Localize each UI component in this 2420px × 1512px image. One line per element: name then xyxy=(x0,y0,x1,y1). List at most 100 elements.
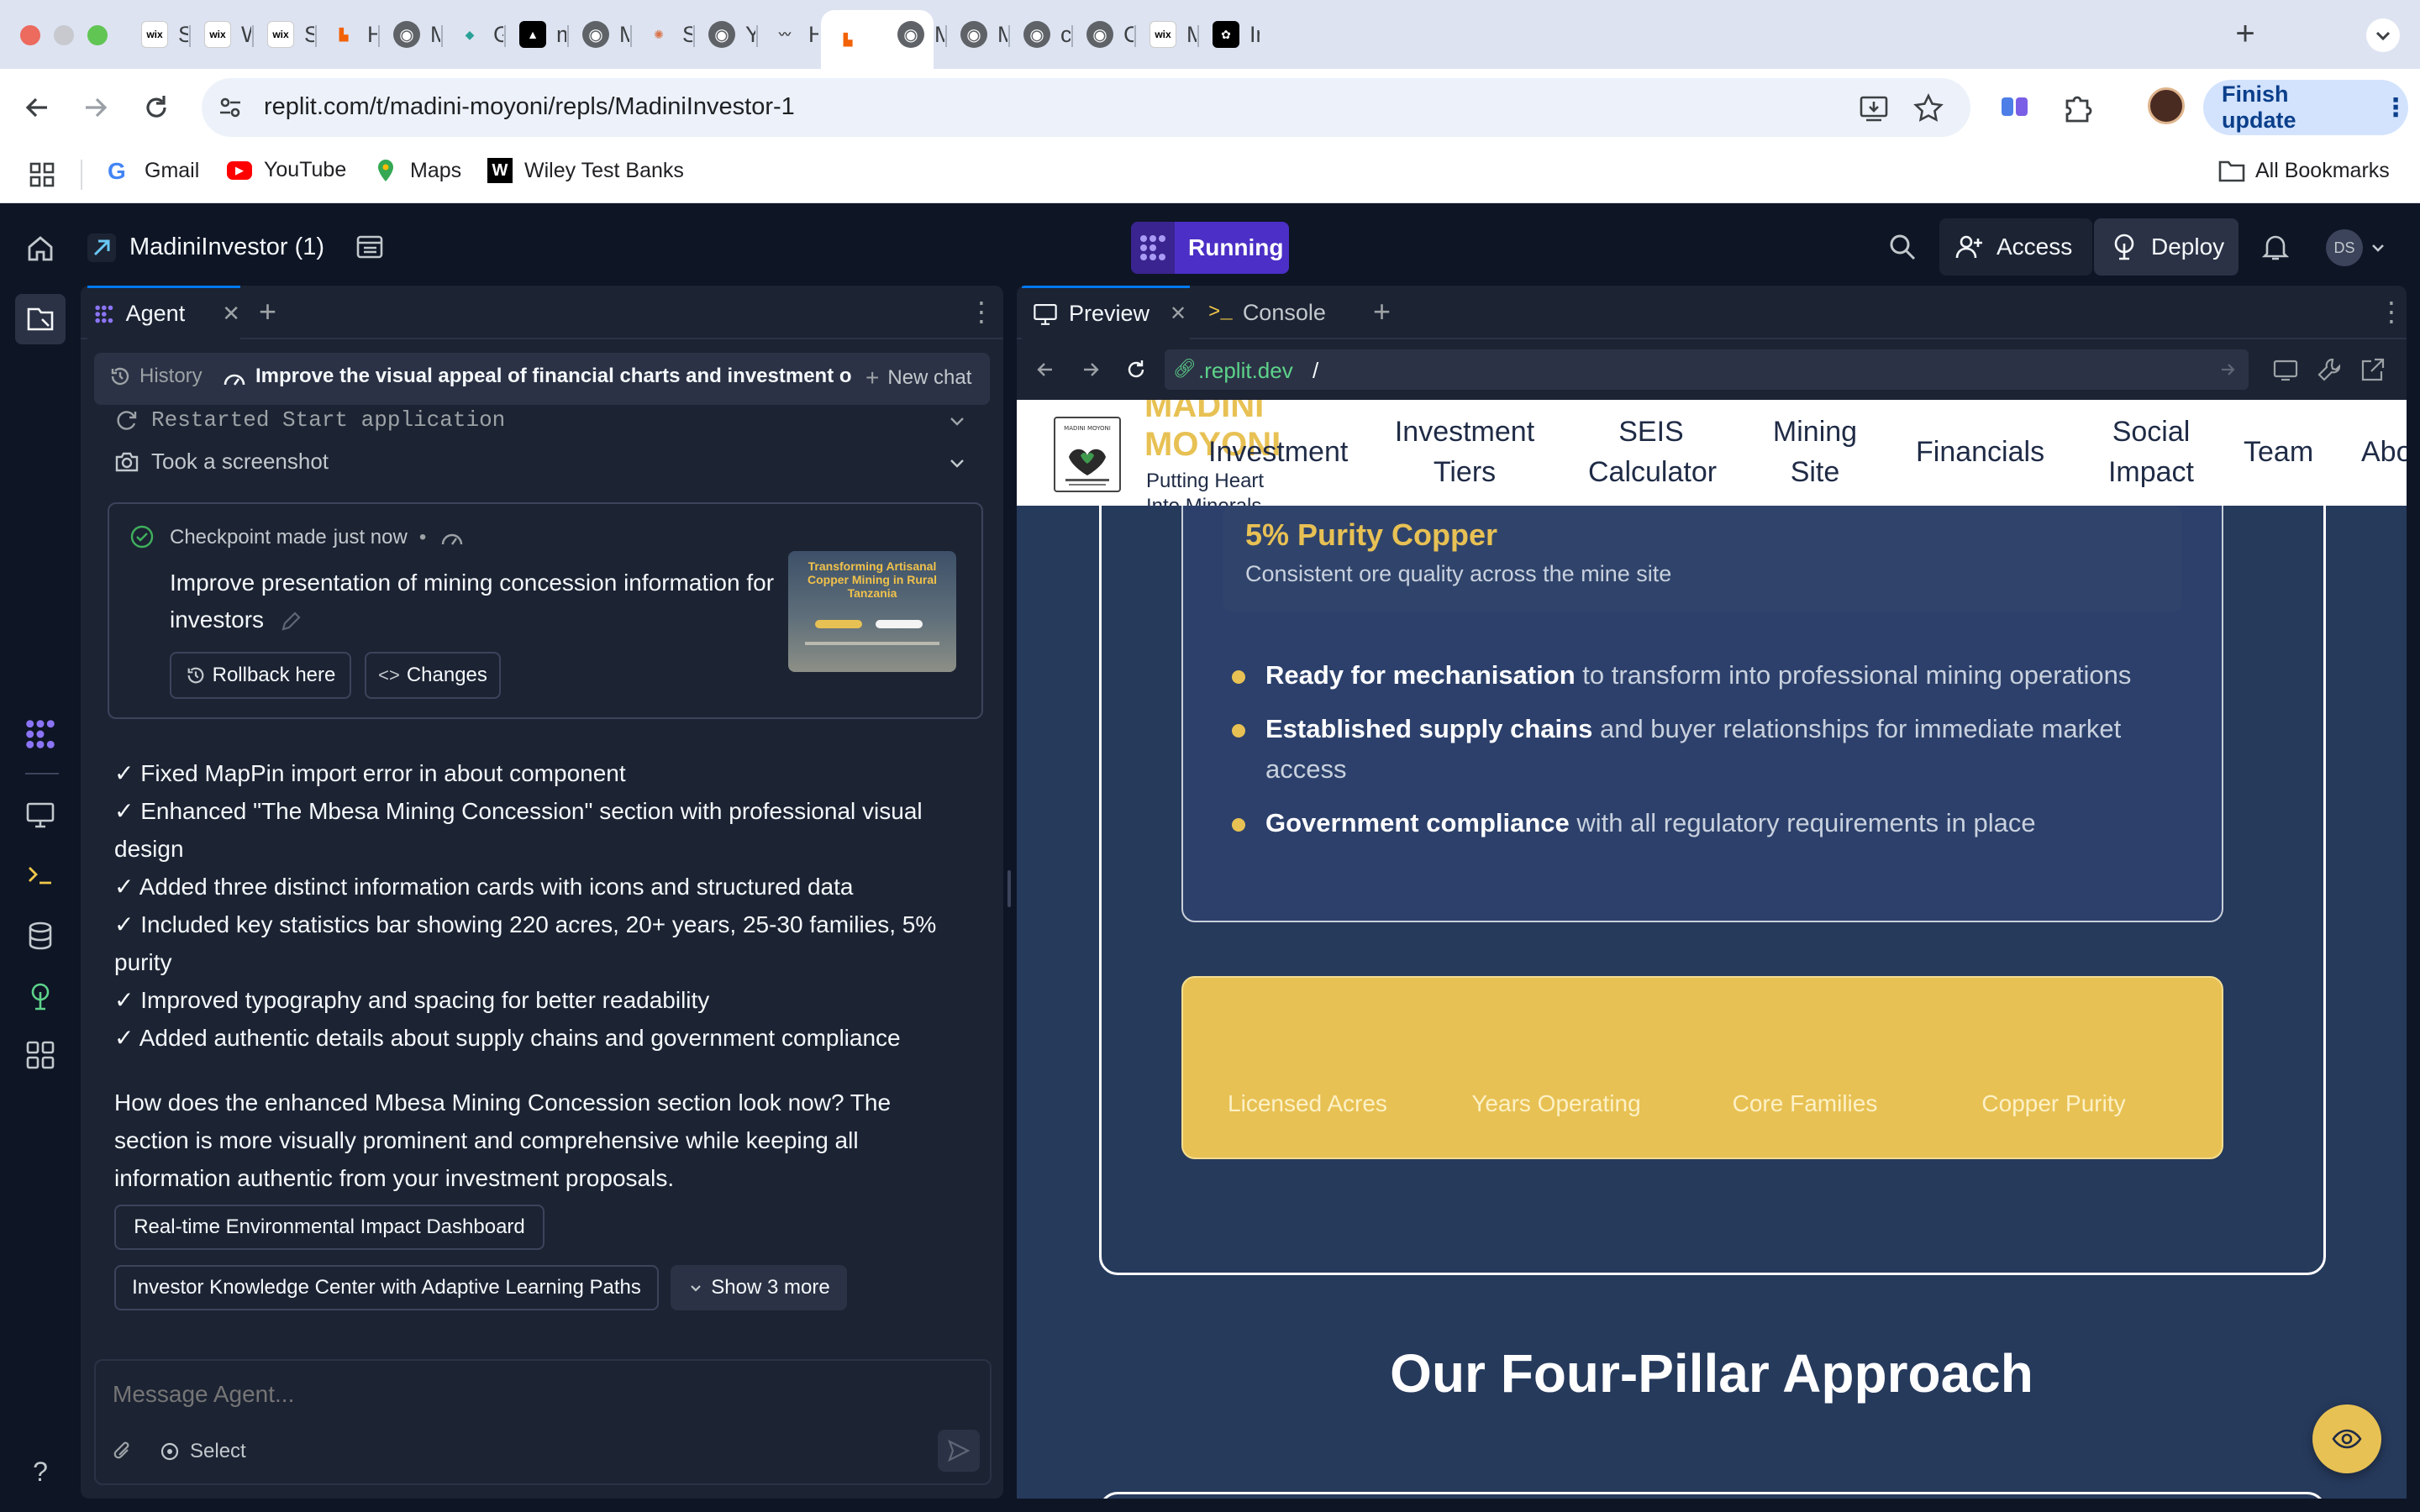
back-button[interactable] xyxy=(20,91,54,124)
tab-agent[interactable]: Agent ✕ xyxy=(87,286,240,339)
notifications-button[interactable] xyxy=(2259,230,2292,264)
send-button[interactable] xyxy=(938,1430,980,1472)
new-chat-button[interactable]: + New chat xyxy=(865,365,971,391)
files-nav-button[interactable] xyxy=(24,302,57,336)
browser-tab[interactable]: ◉ YDY xyxy=(695,12,755,57)
reload-button[interactable] xyxy=(139,91,173,124)
browser-tab[interactable]: ◆ Gen xyxy=(443,12,503,57)
browser-tab[interactable]: ◉ Mac xyxy=(947,12,1007,57)
browser-tab[interactable]: 〰 How xyxy=(758,12,818,57)
site-settings-icon[interactable] xyxy=(217,94,244,121)
access-button[interactable]: Access xyxy=(1939,218,2092,276)
reload-icon[interactable] xyxy=(1124,358,1148,381)
browser-tab[interactable]: ◉ Cop xyxy=(1073,12,1134,57)
forward-button[interactable] xyxy=(79,91,113,124)
show-more-button[interactable]: Show 3 more xyxy=(671,1265,847,1310)
deploy-button[interactable]: Deploy xyxy=(2094,218,2238,276)
tab-console[interactable]: >_ Console xyxy=(1198,286,1326,339)
all-tools-nav-button[interactable] xyxy=(24,1038,57,1072)
browser-tab[interactable]: ▲ mac xyxy=(506,12,566,57)
minimize-window-button[interactable] xyxy=(54,25,74,45)
agent-nav-button[interactable] xyxy=(24,717,57,751)
search-button[interactable] xyxy=(1886,230,1919,264)
suggestion-chip[interactable]: Investor Knowledge Center with Adaptive … xyxy=(114,1265,659,1310)
chat-title[interactable]: Improve the visual appeal of financial c… xyxy=(255,365,852,388)
all-bookmarks[interactable]: All Bookmarks xyxy=(2218,158,2390,183)
nav-investment-tiers[interactable]: Investment Tiers xyxy=(1393,412,1536,492)
browser-tab[interactable]: wix Wix xyxy=(191,12,251,57)
tab-search-button[interactable] xyxy=(2366,18,2400,52)
open-new-tab-icon[interactable] xyxy=(2360,356,2386,383)
close-window-button[interactable] xyxy=(20,25,40,45)
tab-preview[interactable]: Preview ✕ xyxy=(1022,286,1190,339)
deployments-nav-button[interactable] xyxy=(24,979,57,1013)
screenshot-row[interactable]: Took a screenshot xyxy=(114,449,329,475)
arrow-left-icon[interactable] xyxy=(1034,358,1057,381)
console-nav-button[interactable] xyxy=(24,858,57,892)
bookmark-star-icon[interactable] xyxy=(1912,92,1944,124)
apps-grid-icon[interactable] xyxy=(29,161,55,188)
browser-tab[interactable]: wix Mak xyxy=(1136,12,1197,57)
browser-tab[interactable]: ◉ Mac xyxy=(569,12,629,57)
browser-tab[interactable]: ✿ Ima xyxy=(1199,12,1260,57)
bookmark-youtube[interactable]: ▶ YouTube xyxy=(227,158,346,182)
checkpoint-thumbnail[interactable]: Transforming Artisanal Copper Mining in … xyxy=(788,551,956,672)
bookmark-wiley[interactable]: W Wiley Test Banks xyxy=(487,158,684,183)
database-nav-button[interactable] xyxy=(24,919,57,953)
run-status-button[interactable]: Running xyxy=(1131,222,1289,274)
select-element-button[interactable]: Select xyxy=(158,1440,246,1463)
devtools-wrench-icon[interactable] xyxy=(2316,356,2343,383)
preview-nav-button[interactable] xyxy=(24,798,57,832)
browser-tab[interactable]: ◉ Mac xyxy=(380,12,440,57)
help-icon[interactable]: ? xyxy=(24,1455,57,1488)
nav-team[interactable]: Team xyxy=(2244,432,2313,472)
new-tab-button[interactable]: + xyxy=(2228,17,2262,50)
floating-view-button[interactable] xyxy=(2312,1404,2381,1473)
project-name[interactable]: MadiniInvestor (1) xyxy=(129,234,324,261)
workspace-layout-button[interactable] xyxy=(353,230,387,264)
restarted-row[interactable]: Restarted Start application xyxy=(114,402,505,438)
preview-url-bar[interactable]: 🔗︎ .replit.dev / xyxy=(1165,349,2249,390)
install-app-icon[interactable] xyxy=(1858,92,1890,124)
chevron-down-icon[interactable] xyxy=(946,452,968,474)
close-tab-icon[interactable]: ✕ xyxy=(222,301,240,327)
browser-tab[interactable]: ◉ Mac xyxy=(884,12,944,57)
user-menu-button[interactable]: DS xyxy=(2326,228,2398,267)
nav-seis-calculator[interactable]: SEIS Calculator xyxy=(1588,412,1717,492)
arrow-right-icon[interactable] xyxy=(1079,358,1102,381)
history-button[interactable]: History xyxy=(109,365,203,388)
bookmark-gmail[interactable]: G Gmail xyxy=(108,158,199,184)
profile-avatar[interactable] xyxy=(2148,87,2185,124)
rollback-button[interactable]: Rollback here xyxy=(170,652,351,699)
nav-investment[interactable]: Investment xyxy=(1208,432,1348,472)
add-tab-button[interactable]: + xyxy=(1373,294,1391,329)
message-input[interactable] xyxy=(113,1376,953,1413)
pane-resize-handle[interactable] xyxy=(1007,870,1011,907)
pane-menu-icon[interactable]: ⋮ xyxy=(968,296,995,328)
maximize-window-button[interactable] xyxy=(87,25,108,45)
finish-update-button[interactable]: Finish update ⋮ xyxy=(2203,80,2408,135)
nav-mining-site[interactable]: Mining Site xyxy=(1765,412,1865,492)
home-button[interactable] xyxy=(24,232,57,265)
address-bar[interactable]: replit.com/t/madini-moyoni/repls/MadiniI… xyxy=(202,78,1970,137)
nav-financials[interactable]: Financials xyxy=(1916,432,2044,472)
site-logo[interactable]: MADINI MOYONI xyxy=(1054,417,1121,492)
extensions-puzzle-icon[interactable] xyxy=(2060,91,2094,124)
browser-tab[interactable]: ▙ Hon xyxy=(317,12,377,57)
chevron-down-icon[interactable] xyxy=(946,410,968,432)
browser-tab[interactable]: ✺ Stre xyxy=(632,12,692,57)
close-tab-icon[interactable]: ✕ xyxy=(1170,302,1186,326)
bookmark-maps[interactable]: Maps xyxy=(373,158,461,183)
browser-tab[interactable]: wix Setu xyxy=(128,12,188,57)
nav-social-impact[interactable]: Social Impact xyxy=(2092,412,2210,492)
browser-tab[interactable]: ◉ cb6 xyxy=(1010,12,1071,57)
suggestion-chip[interactable]: Real-time Environmental Impact Dashboard xyxy=(114,1205,544,1250)
paperclip-icon[interactable] xyxy=(111,1440,134,1465)
arrow-right-icon[interactable] xyxy=(2218,360,2238,380)
device-toggle-icon[interactable] xyxy=(2272,356,2299,383)
add-tab-button[interactable]: + xyxy=(259,294,276,329)
pane-menu-icon[interactable]: ⋮ xyxy=(2378,296,2405,328)
extension-copilot-icon[interactable] xyxy=(1998,91,2032,124)
pencil-icon[interactable] xyxy=(279,610,302,633)
changes-button[interactable]: <> Changes xyxy=(365,652,501,699)
